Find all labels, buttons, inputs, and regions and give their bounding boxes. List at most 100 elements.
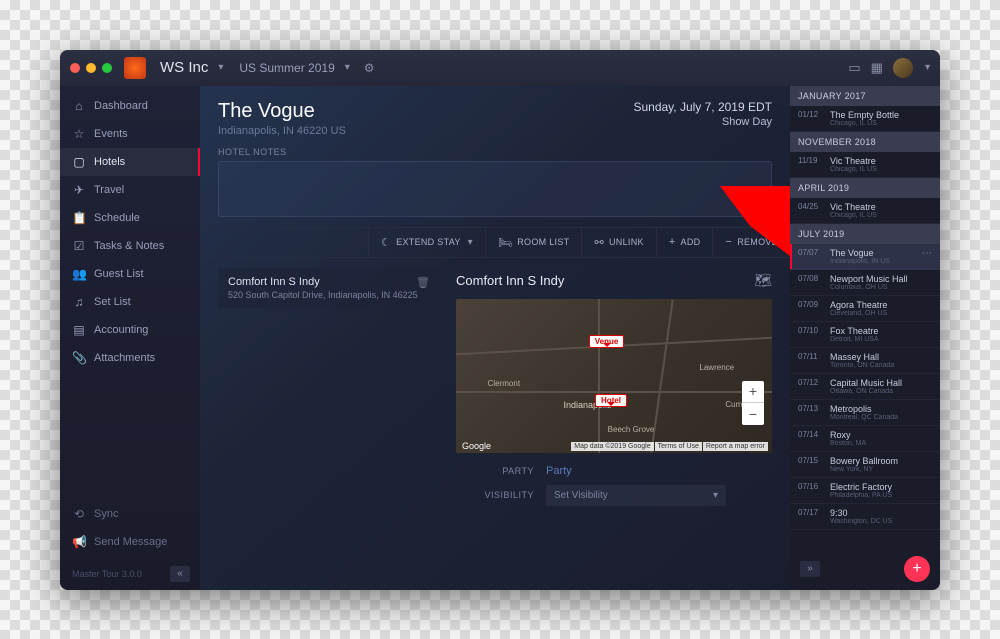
nav-label: Accounting (94, 324, 148, 336)
nav-icon: ▤ (72, 323, 86, 337)
nav-icon: 📋 (72, 211, 86, 225)
timeline-event[interactable]: 07/12Capital Music HallOttawa, ON Canada (790, 374, 940, 400)
event-location: Cleveland, OH US (830, 310, 932, 317)
timeline-event[interactable]: 07/14RoxyBoston, MA (790, 426, 940, 452)
timeline-event[interactable]: 07/10Fox TheatreDetroit, MI USA (790, 322, 940, 348)
extend-stay-button[interactable]: ☾EXTEND STAY▾ (368, 228, 485, 257)
nav-label: Travel (94, 184, 124, 196)
hotel-list-item[interactable]: Comfort Inn S Indy 520 South Capitol Dri… (218, 268, 438, 308)
event-name: Agora Theatre (830, 300, 932, 310)
sidebar-item-guest-list[interactable]: 👥Guest List (60, 260, 200, 288)
avatar[interactable] (893, 58, 913, 78)
map-icon[interactable]: 🗺 (754, 272, 772, 289)
sidebar-item-hotels[interactable]: ▢Hotels (60, 148, 200, 176)
event-date: 07/13 (798, 404, 824, 421)
version-label: Master Tour 3.0.0 (72, 569, 142, 579)
page-subtitle: Indianapolis, IN 46220 US (218, 125, 346, 137)
event-location: Chicago, IL US (830, 212, 932, 219)
map-venue-pin[interactable]: Venue (589, 335, 625, 348)
trash-icon[interactable]: 🗑 (416, 276, 430, 289)
event-date: 07/11 (798, 352, 824, 369)
zoom-out-button[interactable]: − (742, 403, 764, 425)
more-icon[interactable]: ⋯ (922, 248, 932, 265)
timeline-event[interactable]: 04/25Vic TheatreChicago, IL US (790, 198, 940, 224)
sidebar-item-set-list[interactable]: ♫Set List (60, 288, 200, 316)
chevron-down-icon[interactable]: ▾ (925, 62, 930, 73)
expand-timeline-button[interactable]: » (800, 561, 820, 577)
timeline-event[interactable]: 07/179:30Washington, DC US (790, 504, 940, 530)
event-date: 11/19 (798, 156, 824, 173)
event-date: 07/12 (798, 378, 824, 395)
chevron-down-icon[interactable]: ▾ (345, 62, 350, 73)
sidebar-item-dashboard[interactable]: ⌂Dashboard (60, 92, 200, 120)
timeline-event[interactable]: 07/13MetropolisMontreal, QC Canada (790, 400, 940, 426)
app-title[interactable]: WS Inc (160, 59, 208, 76)
map-terms-link[interactable]: Terms of Use (655, 442, 702, 451)
nav-icon: ☑ (72, 239, 86, 253)
event-location: Washington, DC US (830, 518, 932, 525)
visibility-select[interactable]: Set Visibility ▾ (546, 485, 726, 506)
timeline-event[interactable]: 07/08Newport Music HallColumbus, OH US (790, 270, 940, 296)
event-location: Chicago, IL US (830, 166, 932, 173)
timeline-panel: JANUARY 201701/12The Empty BottleChicago… (790, 86, 940, 590)
party-label: PARTY (456, 466, 534, 476)
timeline-month-header: JULY 2019 (790, 224, 940, 244)
nav-icon: 👥 (72, 267, 86, 281)
close-icon[interactable] (70, 63, 80, 73)
gear-icon[interactable]: ⚙ (364, 61, 375, 75)
sidebar-item-travel[interactable]: ✈Travel (60, 176, 200, 204)
event-name: Roxy (830, 430, 932, 440)
maximize-icon[interactable] (102, 63, 112, 73)
hotel-toolbar: ☾EXTEND STAY▾ 🛏ROOM LIST ⚯UNLINK +ADD −R… (200, 227, 790, 258)
nav-label: Attachments (94, 352, 155, 364)
timeline-event[interactable]: 01/12The Empty BottleChicago, IL US (790, 106, 940, 132)
calendar-icon[interactable]: ▦ (871, 60, 883, 76)
add-event-button[interactable]: + (904, 556, 930, 582)
sidebar-item-attachments[interactable]: 📎Attachments (60, 344, 200, 372)
timeline-month-header: APRIL 2019 (790, 178, 940, 198)
visibility-label: VISIBILITY (456, 490, 534, 500)
add-button[interactable]: +ADD (656, 228, 713, 257)
collapse-sidebar-button[interactable]: « (170, 566, 190, 582)
card-icon[interactable]: ▭ (848, 60, 860, 76)
map-report-link[interactable]: Report a map error (703, 442, 768, 451)
chevron-down-icon: ▾ (713, 490, 718, 501)
room-list-button[interactable]: 🛏ROOM LIST (485, 228, 581, 257)
zoom-in-button[interactable]: + (742, 381, 764, 403)
timeline-event[interactable]: 07/07The VogueIndianapolis, IN US⋯ (790, 244, 940, 270)
map-data-label: Map data ©2019 Google (571, 442, 653, 451)
chevron-down-icon[interactable]: ▾ (218, 62, 223, 73)
nav-label: Send Message (94, 536, 167, 548)
event-name: Bowery Ballroom (830, 456, 932, 466)
sidebar: ⌂Dashboard☆Events▢Hotels✈Travel📋Schedule… (60, 86, 200, 590)
map-hotel-pin[interactable]: Hotel (595, 394, 627, 407)
nav-icon: 📢 (72, 535, 86, 549)
map-view[interactable]: Clermont Lawrence Beech Grove Cumb India… (456, 299, 772, 453)
timeline-event[interactable]: 07/16Electric FactoryPhiladelphia, PA US (790, 478, 940, 504)
timeline-event[interactable]: 07/15Bowery BallroomNew York, NY (790, 452, 940, 478)
nav-icon: ⌂ (72, 99, 86, 113)
sidebar-item-events[interactable]: ☆Events (60, 120, 200, 148)
event-name: Newport Music Hall (830, 274, 932, 284)
sidebar-item-schedule[interactable]: 📋Schedule (60, 204, 200, 232)
nav-label: Events (94, 128, 128, 140)
timeline-event[interactable]: 07/09Agora TheatreCleveland, OH US (790, 296, 940, 322)
sidebar-item-accounting[interactable]: ▤ Accounting (60, 316, 200, 344)
event-location: Indianapolis, IN US (830, 258, 916, 265)
minimize-icon[interactable] (86, 63, 96, 73)
event-name: Metropolis (830, 404, 932, 414)
unlink-button[interactable]: ⚯UNLINK (581, 228, 655, 257)
sidebar-item-send-message[interactable]: 📢 Send Message (60, 528, 200, 556)
sidebar-item-sync[interactable]: ⟲Sync (60, 500, 200, 528)
timeline-event[interactable]: 11/19Vic TheatreChicago, IL US (790, 152, 940, 178)
sidebar-item-tasks-notes[interactable]: ☑Tasks & Notes (60, 232, 200, 260)
event-location: Ottawa, ON Canada (830, 388, 932, 395)
tour-selector[interactable]: US Summer 2019 (239, 61, 334, 75)
event-name: Vic Theatre (830, 202, 932, 212)
timeline-event[interactable]: 07/11Massey HallToronto, ON Canada (790, 348, 940, 374)
party-value[interactable]: Party (546, 465, 572, 477)
chevron-down-icon: ▾ (468, 237, 473, 248)
remove-button[interactable]: −REMOVE (712, 228, 790, 257)
hotel-notes-input[interactable] (218, 161, 772, 217)
minus-icon: − (725, 236, 732, 248)
